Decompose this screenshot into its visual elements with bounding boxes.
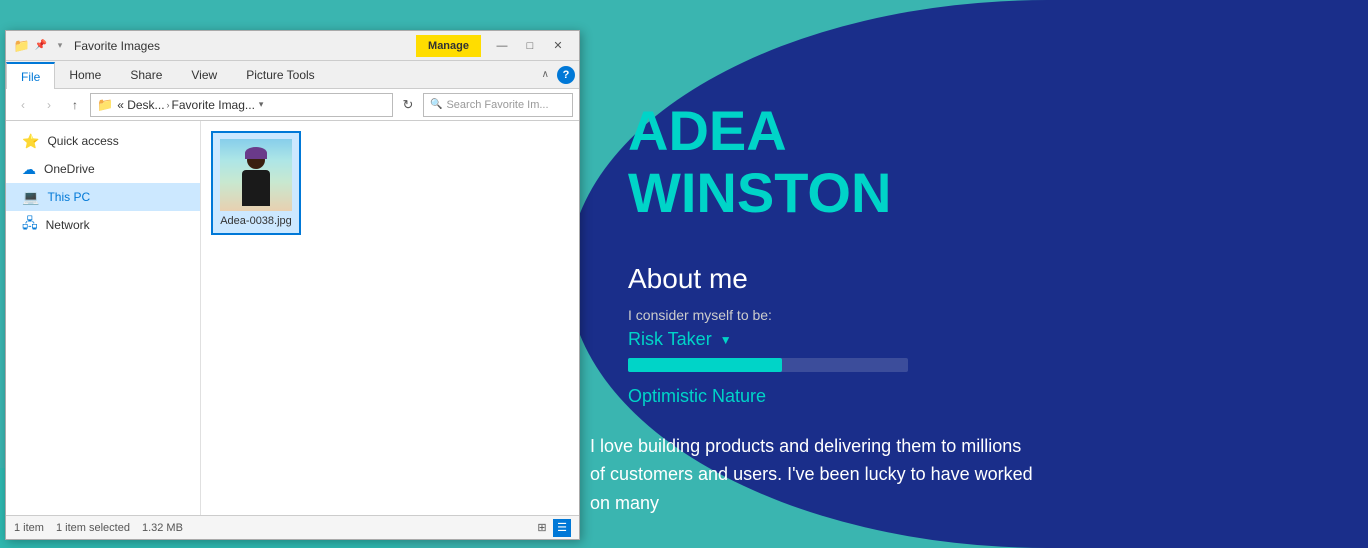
trait1-dropdown-arrow[interactable]: ▼ (720, 333, 732, 347)
sidebar-label-quick-access: Quick access (47, 134, 118, 148)
ribbon-collapse-arrow[interactable]: ∧ (538, 67, 553, 82)
sidebar-item-onedrive[interactable]: ☁ OneDrive (6, 155, 200, 183)
file-name: Adea-0038.jpg (220, 215, 292, 227)
window-title: Favorite Images (74, 39, 416, 53)
pin-icon: 📌 (33, 38, 49, 54)
address-chevron1: › (167, 100, 170, 110)
trait1-row: Risk Taker ▼ (628, 329, 1308, 350)
sidebar-item-this-pc[interactable]: 💻 This PC (6, 183, 200, 211)
profile-name: ADEA WINSTON (628, 100, 1308, 223)
trait1-progress-fill (628, 358, 782, 372)
status-selected-info: 1 item selected (56, 522, 130, 534)
folder-icon: 📁 (14, 38, 30, 54)
profile-last-name: WINSTON (628, 162, 1308, 224)
close-button[interactable]: ✕ (545, 36, 571, 56)
about-section: About me I consider myself to be: Risk T… (628, 263, 1308, 407)
tab-file[interactable]: File (6, 62, 55, 89)
address-path-start: « Desk... (117, 98, 164, 112)
sidebar: ⭐ Quick access ☁ OneDrive 💻 This PC 🖧 Ne… (6, 121, 201, 515)
address-bar: ‹ › ↑ 📁 « Desk... › Favorite Imag... ▾ ↻… (6, 89, 579, 121)
address-dropdown-arrow[interactable]: ▾ (259, 99, 264, 110)
sidebar-label-network: Network (46, 218, 90, 232)
sidebar-label-this-pc: This PC (47, 190, 90, 204)
tab-share[interactable]: Share (116, 61, 177, 88)
address-path-folder: Favorite Imag... (172, 98, 255, 112)
network-icon: 🖧 (22, 213, 38, 237)
file-item-adea-0038[interactable]: Adea-0038.jpg (211, 131, 301, 235)
minimize-button[interactable]: — (489, 36, 515, 56)
file-grid: Adea-0038.jpg (211, 131, 569, 235)
search-icon: 🔍 (430, 99, 442, 110)
sidebar-item-network[interactable]: 🖧 Network (6, 211, 200, 239)
pc-icon: 💻 (22, 189, 39, 206)
trait1-value: Risk Taker (628, 329, 712, 350)
search-box[interactable]: 🔍 Search Favorite Im... (423, 93, 573, 117)
ribbon-tabs: File Home Share View Picture Tools ∧ ? (6, 61, 579, 89)
back-button[interactable]: ‹ (12, 94, 34, 116)
help-button[interactable]: ? (557, 66, 575, 84)
view-thumbnail-button[interactable]: ⊞ (533, 519, 551, 537)
status-bar: 1 item 1 item selected 1.32 MB ⊞ ☰ (6, 515, 579, 539)
tab-view[interactable]: View (177, 61, 232, 88)
trait1-progress-bar (628, 358, 908, 372)
status-bar-right: ⊞ ☰ (533, 519, 571, 537)
window-controls: — □ ✕ (489, 36, 571, 56)
arrow-icon: ▾ (52, 38, 68, 54)
consider-label: I consider myself to be: (628, 307, 1308, 323)
cloud-icon: ☁ (22, 161, 36, 178)
file-area[interactable]: Adea-0038.jpg (201, 121, 579, 515)
title-bar: 📁 📌 ▾ Favorite Images Manage — □ ✕ (6, 31, 579, 61)
status-item-count: 1 item (14, 522, 44, 534)
address-folder-icon: 📁 (97, 97, 113, 113)
search-placeholder: Search Favorite Im... (446, 99, 548, 111)
file-thumbnail (220, 139, 292, 211)
forward-button[interactable]: › (38, 94, 60, 116)
quote-content: I love building products and delivering … (590, 436, 1033, 514)
address-box[interactable]: 📁 « Desk... › Favorite Imag... ▾ (90, 93, 393, 117)
view-list-button[interactable]: ☰ (553, 519, 571, 537)
profile-first-name: ADEA (628, 100, 1308, 162)
trait2-label: Optimistic Nature (628, 386, 1308, 407)
title-bar-icons: 📁 📌 ▾ (14, 38, 68, 54)
up-button[interactable]: ↑ (64, 94, 86, 116)
quote-text: I love building products and delivering … (590, 432, 1040, 518)
star-icon: ⭐ (22, 133, 39, 150)
thumbnail-image (220, 139, 292, 211)
ribbon-right-controls: ∧ ? (538, 66, 579, 84)
status-file-size: 1.32 MB (142, 522, 183, 534)
person-silhouette (236, 151, 276, 211)
explorer-main: ⭐ Quick access ☁ OneDrive 💻 This PC 🖧 Ne… (6, 121, 579, 515)
maximize-button[interactable]: □ (517, 36, 543, 56)
tab-picture-tools[interactable]: Picture Tools (232, 61, 329, 88)
explorer-window: 📁 📌 ▾ Favorite Images Manage — □ ✕ File … (5, 30, 580, 540)
refresh-button[interactable]: ↻ (397, 94, 419, 116)
about-title: About me (628, 263, 1308, 295)
tab-home[interactable]: Home (55, 61, 116, 88)
sidebar-label-onedrive: OneDrive (44, 162, 95, 176)
manage-button[interactable]: Manage (416, 35, 481, 57)
sidebar-item-quick-access[interactable]: ⭐ Quick access (6, 127, 200, 155)
